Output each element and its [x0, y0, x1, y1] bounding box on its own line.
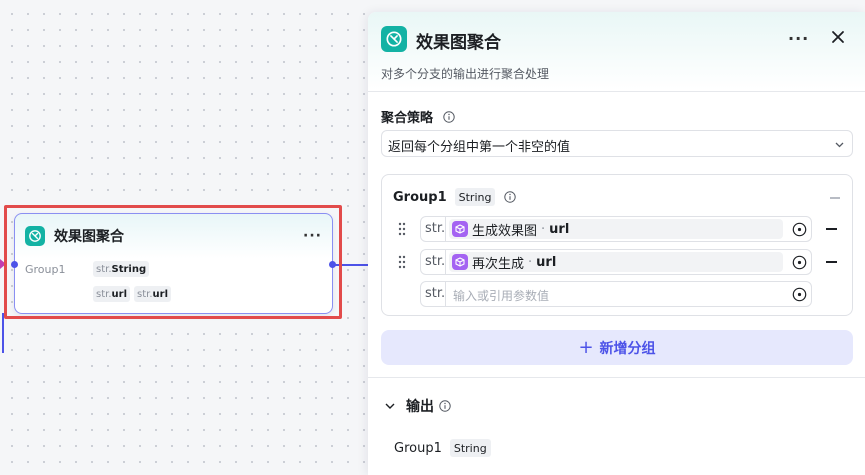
output-title: 输出: [406, 399, 434, 415]
divider: [368, 91, 865, 92]
variable-row: str. 再次生成 · url: [398, 249, 838, 275]
ref-source: 生成效果图: [472, 223, 538, 239]
variable-input[interactable]: str. 输入或引用参数值: [420, 281, 812, 307]
variable-picker-icon[interactable]: [792, 255, 807, 270]
variable-input[interactable]: str. 生成效果图 · url: [420, 216, 812, 242]
more-options-button[interactable]: ···: [788, 29, 809, 48]
reference-chip[interactable]: 生成效果图 · url: [449, 219, 783, 239]
ref-separator: ·: [528, 254, 533, 270]
remove-variable-button[interactable]: [826, 261, 837, 263]
reference-chip[interactable]: 再次生成 · url: [449, 252, 783, 272]
selection-highlight: [4, 205, 342, 319]
type-prefix: str.: [425, 286, 446, 301]
aggregate-icon: [381, 26, 407, 52]
variable-picker-icon[interactable]: [792, 222, 807, 237]
output-type-tag: String: [449, 439, 491, 457]
remove-group-button[interactable]: [830, 197, 840, 199]
strategy-label: 聚合策略: [381, 107, 455, 126]
output-section-toggle[interactable]: 输出: [384, 396, 451, 416]
group-type-tag: String: [454, 188, 496, 206]
drag-handle-icon[interactable]: [398, 222, 406, 236]
type-prefix: str.: [425, 254, 446, 269]
info-icon[interactable]: [443, 111, 455, 123]
chevron-down-icon: [385, 403, 395, 409]
strategy-select[interactable]: 返回每个分组中第一个非空的值: [381, 130, 853, 157]
separator: [445, 282, 446, 306]
chevron-down-icon: [835, 142, 844, 148]
variable-row: str. 输入或引用参数值: [398, 281, 838, 307]
ref-separator: ·: [541, 221, 546, 237]
separator: [445, 250, 446, 274]
output-name: Group1: [394, 440, 442, 456]
group-header: Group1 String: [393, 188, 517, 206]
variable-input[interactable]: str. 再次生成 · url: [420, 249, 812, 275]
drag-handle-icon[interactable]: [398, 255, 406, 269]
add-group-button[interactable]: + 新增分组: [381, 330, 853, 365]
divider: [368, 377, 865, 378]
ref-attribute: url: [536, 254, 557, 270]
add-group-label: 新增分组: [599, 340, 656, 357]
cube-icon: [452, 254, 468, 270]
plus-icon: +: [578, 337, 594, 358]
group-card: Group1 String str. 生成效果图 · url str. 再次生成…: [381, 174, 853, 316]
group-name[interactable]: Group1: [393, 190, 447, 205]
panel-title[interactable]: 效果图聚合: [416, 28, 501, 53]
variable-picker-icon[interactable]: [792, 287, 807, 302]
info-icon[interactable]: [504, 191, 517, 203]
cube-icon: [452, 221, 468, 237]
variable-row: str. 生成效果图 · url: [398, 216, 838, 242]
remove-variable-button[interactable]: [826, 228, 837, 230]
separator: [445, 217, 446, 241]
canvas-edge-vertical: [2, 313, 4, 353]
ref-attribute: url: [549, 221, 570, 237]
ref-source: 再次生成: [472, 256, 525, 272]
close-icon[interactable]: [829, 28, 847, 46]
node-config-panel: 效果图聚合 ··· 对多个分支的输出进行聚合处理 聚合策略 返回每个分组中第一个…: [368, 12, 865, 475]
type-prefix: str.: [425, 221, 446, 236]
variable-placeholder: 输入或引用参数值: [453, 289, 550, 303]
panel-description[interactable]: 对多个分支的输出进行聚合处理: [381, 65, 549, 82]
output-variable: Group1 String: [394, 439, 491, 457]
info-icon[interactable]: [439, 400, 451, 412]
